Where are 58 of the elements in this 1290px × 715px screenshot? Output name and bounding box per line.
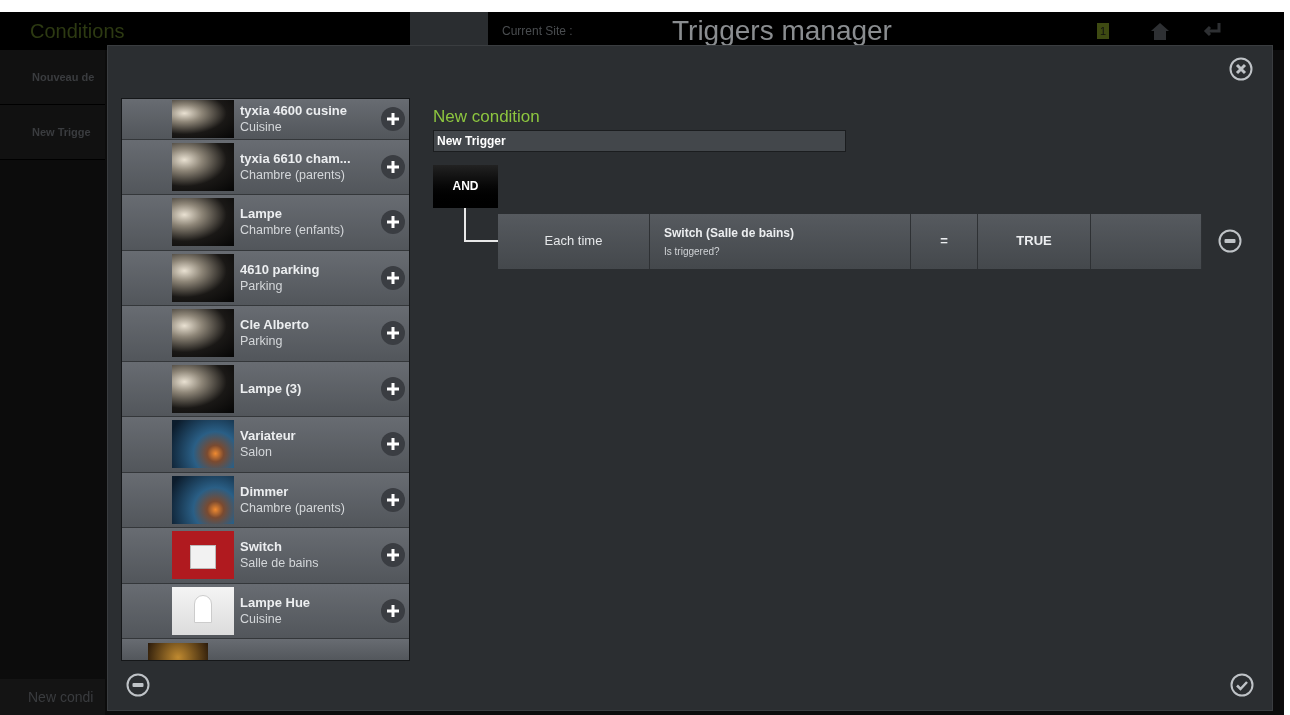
add-icon[interactable] (380, 320, 406, 347)
photo-placeholder (148, 643, 208, 660)
add-icon[interactable] (380, 209, 406, 236)
device-room: Salon (240, 444, 273, 461)
device-room: Salle de bains (240, 555, 320, 572)
condition-cell[interactable] (1091, 213, 1202, 269)
device-room: Parking (240, 277, 284, 294)
connector-line (464, 207, 498, 242)
device-room: Parking (240, 333, 284, 350)
device-room: Chambre (parents) (240, 499, 346, 516)
device-list-item[interactable]: Switch Salle de bains (122, 528, 409, 584)
add-icon[interactable] (380, 597, 406, 624)
add-icon[interactable] (380, 431, 406, 458)
device-list-item[interactable]: Lampe (3) (122, 361, 409, 418)
device-name: tyxia 6610 cham... (240, 150, 352, 167)
device-room: Cuisine (240, 610, 283, 627)
device-name: Dimmer (240, 483, 290, 500)
condition-cell[interactable]: Switch (Salle de bains) Is triggered? (650, 213, 911, 269)
device-name: 4610 parking (240, 261, 321, 278)
page-heading: Conditions (30, 19, 126, 44)
device-list-item[interactable]: Lampe Hue Cuisine (122, 583, 409, 640)
close-icon[interactable] (1228, 56, 1254, 82)
add-icon[interactable] (380, 264, 406, 291)
section-heading: New condition (433, 105, 541, 128)
device-list-item[interactable]: Cle Alberto Parking (122, 306, 409, 362)
page-title: Triggers manager (672, 16, 893, 46)
device-list-item[interactable]: Variateur Salon (122, 417, 409, 473)
confirm-icon[interactable] (1229, 672, 1255, 699)
device-list-item[interactable]: tyxia 4600 cusine Cuisine (122, 98, 409, 140)
device-name: Cle Alberto (240, 317, 310, 334)
device-name: Lampe Hue (240, 594, 312, 611)
device-name: Lampe (240, 206, 283, 223)
operator-button[interactable]: AND (433, 164, 498, 208)
device-list-item[interactable]: tyxia 6610 cham... Chambre (parents) (122, 139, 409, 196)
device-list-item[interactable]: Dimmer Chambre (parents) (122, 472, 409, 529)
add-icon[interactable] (380, 105, 406, 132)
device-room: Chambre (parents) (240, 166, 346, 183)
device-room: Cuisine (240, 118, 283, 135)
device-room: Chambre (enfants) (240, 222, 346, 239)
condition-cell[interactable]: TRUE (978, 213, 1091, 269)
add-icon[interactable] (380, 375, 406, 402)
add-icon[interactable] (380, 542, 406, 569)
add-icon[interactable] (380, 153, 406, 180)
device-list-item[interactable]: 4610 parking Parking (122, 250, 409, 307)
remove-icon[interactable] (1217, 227, 1243, 254)
add-icon[interactable] (380, 486, 406, 513)
condition-cell[interactable]: Each time (498, 213, 650, 269)
device-name: Lampe (3) (240, 380, 303, 397)
device-list-item[interactable]: Lampe Chambre (enfants) (122, 195, 409, 251)
device-name: Variateur (240, 428, 297, 445)
device-label: Switch (Salle de bains) (664, 224, 796, 242)
remove-icon[interactable] (125, 672, 151, 699)
device-state: Is triggered? (664, 244, 721, 259)
device-name: tyxia 4600 cusine (240, 102, 348, 119)
site-label: Current Site : (502, 23, 574, 40)
name-field[interactable]: New Trigger (433, 129, 846, 152)
device-name: Switch (240, 539, 283, 556)
condition-cell[interactable]: = (911, 213, 978, 269)
